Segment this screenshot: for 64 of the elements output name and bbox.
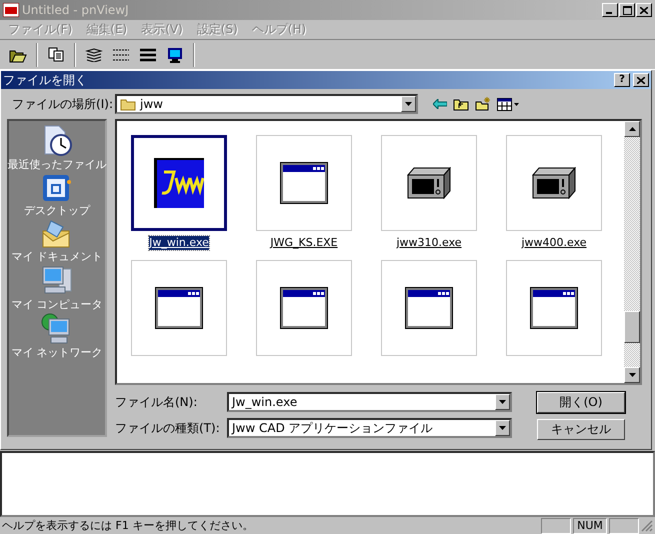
close-icon [640,6,648,14]
thick-lines-icon [139,48,157,62]
file-type-label: ファイルの種類(T): [115,420,221,436]
num-lock-indicator: NUM [573,518,607,534]
help-button[interactable]: ? [614,73,630,87]
scrollbar[interactable] [624,121,640,383]
folder-icon [120,98,136,110]
application-window-icon [155,287,203,329]
place-button[interactable]: マイ ネットワーク [9,313,105,360]
layers-icon [85,48,103,62]
view-grid-icon [497,98,519,110]
jww-logo-icon [154,158,204,208]
left-arrow-icon [433,99,447,109]
new-folder-button[interactable] [474,97,492,111]
dropdown-arrow-icon [404,102,412,106]
application-window-icon [530,287,578,329]
application-window-icon [280,162,328,204]
close-button[interactable] [633,73,649,87]
close-button[interactable] [636,3,652,17]
down-arrow-icon [628,373,636,377]
microwave-icon [532,167,576,199]
up-folder-icon [453,97,469,111]
microwave-icon [407,167,451,199]
maximize-button[interactable] [619,3,635,17]
window-title: Untitled - pnViewJ [22,3,130,17]
dialog-title: ファイルを開く [3,72,87,88]
monitor-icon [167,46,183,62]
maximize-icon [622,6,632,14]
file-name[interactable]: jww310.exe [396,236,462,250]
scroll-thumb[interactable] [624,311,640,343]
status-pane [609,518,639,534]
file-tile[interactable] [131,135,227,231]
back-button[interactable] [432,97,448,111]
file-name-field[interactable]: Jw_win.exe [227,392,512,412]
application-window-icon [280,287,328,329]
close-icon [637,76,645,84]
file-name[interactable]: jww400.exe [521,236,587,250]
dropdown-arrow-icon [498,426,506,430]
status-pane [541,518,571,534]
resize-grip-icon [641,520,653,532]
file-type-dropdown[interactable]: Jww CAD アプリケーションファイル [227,418,512,438]
file-name-label: ファイル名(N): [115,394,198,410]
place-button[interactable]: マイ ドキュメント [9,219,105,264]
look-in-dropdown[interactable]: jww [115,94,418,114]
new-folder-icon [475,97,491,111]
dashed-lines-icon [112,48,130,60]
up-arrow-icon [628,127,636,131]
minimize-button[interactable] [602,3,618,17]
file-name[interactable]: Jw_win.exe [149,236,209,250]
dialog-button[interactable]: キャンセル [537,419,625,440]
dropdown-arrow-icon [498,400,506,404]
desktop-icon [41,173,73,203]
copy-icon [48,47,64,62]
application-window-icon [405,287,453,329]
status-message: ヘルプを表示するには F1 キーを押してください。 [2,518,254,533]
view-menu-button[interactable] [496,97,520,111]
place-button[interactable]: 最近使ったファイル [9,125,105,172]
look-in-label: ファイルの場所(I): [11,96,113,112]
app-icon [3,3,19,17]
file-name[interactable]: JWG_KS.EXE [270,236,338,250]
place-button[interactable]: マイ コンピュータ [9,265,105,312]
place-button[interactable]: デスクトップ [9,173,105,218]
up-folder-button[interactable] [452,97,470,111]
dialog-button[interactable]: 開く(O) [537,392,625,413]
